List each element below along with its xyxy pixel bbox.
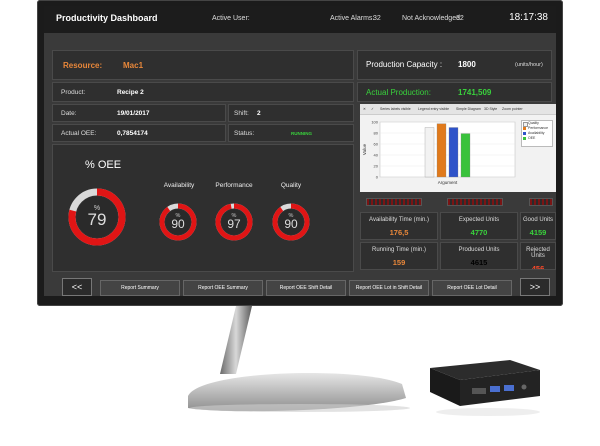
x-axis-label: Argument: [438, 180, 458, 185]
chart-plot: 100 80 60 40 20 0 Argument Value: [362, 120, 516, 185]
stat-label: Running Time (min.): [371, 247, 427, 253]
quality-gauge: %90: [272, 203, 310, 241]
prev-page-button[interactable]: <<: [62, 278, 92, 296]
chart-toolbar-item[interactable]: Series labels visible: [380, 107, 411, 111]
shift-panel: Shift: 2: [228, 104, 354, 122]
gauge-value: 90: [171, 217, 185, 231]
not-acknowledged-value: 32: [456, 15, 464, 22]
actual-oee-panel: Actual OEE: 0,7854174: [52, 124, 226, 142]
oee-gauge: %79: [68, 188, 126, 246]
stat-value: 176,5: [389, 228, 409, 237]
product-label: Product:: [61, 89, 86, 96]
monitor-bezel: Productivity Dashboard Active User: Acti…: [37, 0, 563, 306]
shift-label: Shift:: [234, 110, 249, 117]
bar-oee: [460, 133, 471, 178]
status-label: Status:: [234, 130, 255, 137]
legend-entry: OEE: [522, 136, 552, 141]
resource-panel: Resource: Mac1: [52, 50, 354, 80]
date-label: Date:: [61, 110, 77, 117]
capacity-panel: Production Capacity : 1800 (units/hour): [357, 50, 552, 80]
actual-oee-label: Actual OEE:: [61, 130, 97, 137]
actual-production-label: Actual Production:: [366, 88, 431, 97]
stat-value: 456: [531, 264, 545, 270]
capacity-unit: (units/hour): [515, 62, 543, 68]
actual-production-panel: Actual Production: 1741,509: [357, 82, 552, 102]
date-panel: Date: 19/01/2017: [52, 104, 226, 122]
active-user-label: Active User:: [212, 15, 250, 22]
clock: 18:17:38: [509, 12, 548, 23]
mini-pc-device: [430, 360, 540, 416]
chart-toolbar-item[interactable]: Zoom pointer: [502, 107, 523, 111]
stat-value: 159: [392, 258, 406, 267]
report-oee-lot-in-shift-detail-button[interactable]: Report OEE Lot in Shift Detail: [349, 280, 429, 296]
actual-oee-value: 0,7854174: [117, 130, 148, 137]
stat-value: 4770: [470, 228, 488, 237]
next-page-button[interactable]: >>: [520, 278, 550, 296]
availability-time-stat: Availability Time (min.) 176,5: [360, 212, 438, 240]
y-tick-label: 100: [371, 120, 378, 125]
date-value: 19/01/2017: [117, 110, 150, 117]
app-title: Productivity Dashboard: [56, 13, 158, 23]
chart-toolbar-item[interactable]: 3D Style: [484, 107, 497, 111]
report-oee-summary-button[interactable]: Report OEE Summary: [183, 280, 263, 296]
stat-label: Good Units: [522, 217, 553, 223]
bar-performance: [436, 123, 447, 178]
stat-label: Produced Units: [458, 247, 500, 253]
chart-toolbar-item[interactable]: Simple Diagram: [456, 107, 481, 111]
running-time-stat: Running Time (min.) 159: [360, 242, 438, 270]
status-panel: Status: RUNNING: [228, 124, 354, 142]
stat-value: 4615: [470, 258, 488, 267]
chart-toolbar-item[interactable]: Legend entry visible: [418, 107, 449, 111]
chart-toolbar-close-icon[interactable]: ✕: [363, 107, 366, 111]
indicator-strip: [447, 198, 503, 206]
top-bar: Productivity Dashboard Active User: Acti…: [44, 6, 556, 33]
resource-value: Mac1: [123, 61, 144, 70]
chart-legend: Quality Performance Availability OEE: [521, 120, 553, 147]
y-tick-label: 0: [376, 175, 379, 180]
good-units-stat: Good Units 4159: [520, 212, 556, 240]
plot-area: [379, 121, 516, 178]
indicator-strip: [366, 198, 422, 206]
expected-units-stat: Expected Units 4770: [440, 212, 518, 240]
bar-availability: [448, 127, 459, 178]
stat-value: 4159: [529, 228, 547, 237]
actual-production-value: 1741,509: [458, 88, 492, 97]
gauge-value: 90: [284, 217, 298, 231]
product-value: Recipe 2: [117, 89, 144, 96]
produced-units-stat: Produced Units 4615: [440, 242, 518, 270]
y-tick-label: 40: [374, 153, 379, 158]
bar-quality: [424, 127, 435, 178]
stat-label: Expected Units: [458, 217, 500, 223]
report-oee-shift-detail-button[interactable]: Report OEE Shift Detail: [266, 280, 346, 296]
active-alarms-value: 32: [373, 15, 381, 22]
chart-toolbar-check-icon[interactable]: ✓: [371, 107, 374, 111]
y-tick-label: 60: [374, 142, 379, 147]
rejected-units-stat: Rejected Units 456: [520, 242, 556, 270]
shift-value: 2: [257, 110, 261, 117]
capacity-value: 1800: [458, 60, 476, 69]
gauges-panel: % OEE Availability Performance Quality %…: [52, 144, 354, 272]
product-panel: Product: Recipe 2: [52, 82, 354, 102]
gauges-svg: %79 %90 %97 %90: [68, 188, 310, 246]
stat-label: Rejected Units: [526, 247, 550, 259]
stat-label: Availability Time (min.): [369, 217, 429, 223]
y-tick-label: 20: [374, 164, 379, 169]
oee-chart: ✕ ✓ Series labels visible Legend entry v…: [360, 104, 556, 192]
active-alarms-label: Active Alarms:: [330, 15, 375, 22]
capacity-label: Production Capacity :: [366, 60, 443, 69]
y-tick-label: 80: [374, 131, 379, 136]
y-axis-label: Value: [362, 143, 367, 155]
indicator-strip: [529, 198, 553, 206]
not-acknowledged-label: Not Acknowledged:: [402, 15, 462, 22]
report-oee-lot-detail-button[interactable]: Report OEE Lot Detail: [432, 280, 512, 296]
dashboard-screen: Productivity Dashboard Active User: Acti…: [44, 6, 556, 296]
performance-gauge: %97: [215, 203, 253, 241]
gauge-value: 79: [88, 210, 107, 229]
status-badge: RUNNING: [291, 131, 312, 136]
gauge-value: 97: [227, 217, 241, 231]
resource-label: Resource:: [63, 61, 103, 70]
availability-gauge: %90: [159, 203, 197, 241]
report-summary-button[interactable]: Report Summary: [100, 280, 180, 296]
